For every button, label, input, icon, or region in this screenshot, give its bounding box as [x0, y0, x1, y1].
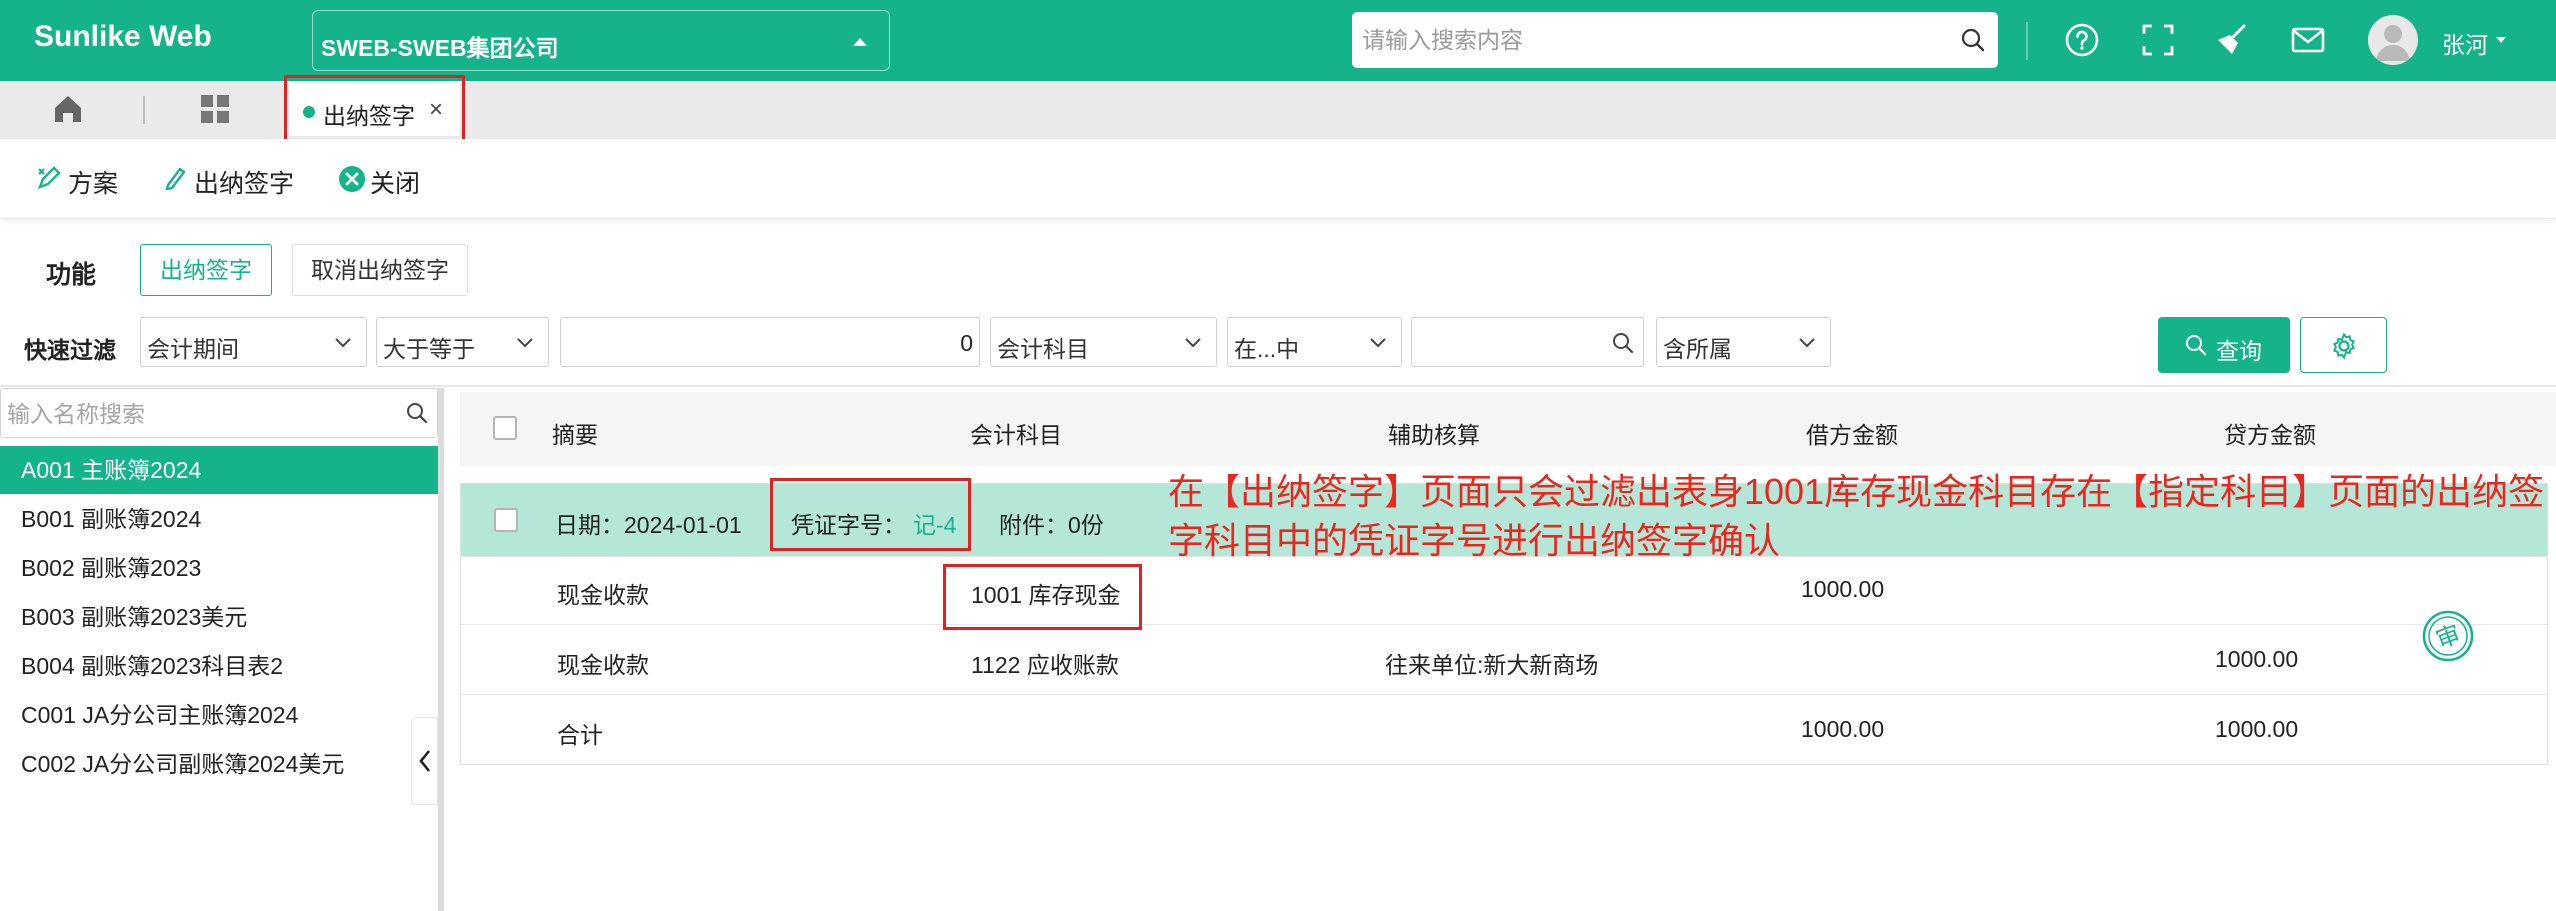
section-divider — [0, 385, 2556, 387]
settings-button[interactable] — [2300, 317, 2387, 373]
voucher-no-highlight — [770, 478, 971, 551]
broom-icon[interactable] — [2214, 22, 2250, 58]
user-icon — [2376, 25, 2410, 61]
header-divider — [2026, 22, 2028, 60]
fullscreen-icon[interactable] — [2140, 22, 2176, 58]
close-circle-icon — [339, 166, 365, 192]
avatar[interactable] — [2368, 15, 2418, 65]
entry-summary: 现金收款 — [557, 652, 649, 678]
search-icon — [2186, 335, 2207, 356]
pen-icon — [165, 167, 186, 191]
chevron-down-icon — [335, 338, 351, 348]
ledger-item[interactable]: C002 JA分公司副账簿2024美元 — [0, 740, 438, 788]
tab-divider — [143, 96, 145, 124]
filter-field-2-select[interactable]: 会计科目 — [990, 317, 1217, 367]
quick-filter-label: 快速过滤 — [24, 337, 116, 363]
entry-summary: 现金收款 — [557, 582, 649, 608]
filter-field-1-select[interactable]: 会计期间 — [140, 317, 367, 367]
voucher-date: 日期：2024-01-01 — [555, 512, 742, 538]
col-aux: 辅助核算 — [1388, 422, 1480, 448]
entry-aux: 往来单位:新大新商场 — [1385, 652, 1599, 678]
ledger-item[interactable]: C001 JA分公司主账簿2024 — [0, 691, 438, 739]
voucher-attachments: 附件：0份 — [999, 512, 1104, 538]
home-icon[interactable] — [52, 93, 84, 125]
search-icon[interactable] — [1611, 331, 1635, 355]
filter-operator-1-select[interactable]: 大于等于 — [376, 317, 549, 367]
chevron-down-icon — [1185, 338, 1201, 348]
gear-icon — [2333, 332, 2355, 360]
select-all-checkbox[interactable] — [493, 416, 517, 440]
grid-header: 摘要 会计科目 辅助核算 借方金额 贷方金额 — [460, 392, 2556, 466]
global-search[interactable] — [1352, 12, 1998, 68]
ledger-item[interactable]: B002 副账簿2023 — [0, 544, 438, 592]
chevron-down-icon — [517, 338, 533, 348]
top-header: Sunlike Web SWEB-SWEB集团公司 张河 — [0, 0, 2556, 81]
filter-value-1-input[interactable]: 0 — [560, 317, 980, 367]
tab-label: 出纳签字 — [323, 103, 415, 129]
collapse-panel-button[interactable] — [411, 717, 438, 805]
ledger-item[interactable]: B001 副账簿2024 — [0, 495, 438, 543]
filter-operator-2-select[interactable]: 在...中 — [1227, 317, 1402, 367]
row-divider — [461, 694, 2547, 695]
ledger-search[interactable] — [0, 388, 438, 438]
search-icon[interactable] — [405, 401, 429, 425]
col-debit: 借方金额 — [1806, 422, 1898, 448]
tab-cashier-sign[interactable]: 出纳签字 × — [284, 75, 465, 145]
sign-button[interactable]: 出纳签字 — [140, 244, 272, 296]
chevron-down-icon — [1799, 338, 1815, 348]
annotation-note: 在【出纳签字】页面只会过滤出表身1001库存现金科目存在【指定科目】页面的出纳签… — [1168, 471, 2545, 561]
apps-grid-icon[interactable] — [200, 94, 230, 124]
ledger-item[interactable]: B003 副账簿2023美元 — [0, 593, 438, 641]
row-divider — [461, 624, 2547, 625]
mail-icon[interactable] — [2290, 22, 2326, 58]
entry-account: 1122 应收账款 — [971, 652, 1119, 678]
user-name[interactable]: 张河 — [2442, 26, 2488, 60]
col-credit: 贷方金额 — [2224, 422, 2316, 448]
close-icon[interactable]: × — [429, 96, 443, 124]
svg-text:审: 审 — [2432, 620, 2464, 655]
caret-down-icon[interactable] — [2496, 37, 2506, 43]
global-search-input[interactable] — [1362, 20, 1922, 60]
ledger-search-input[interactable] — [7, 399, 387, 429]
audit-stamp-icon[interactable]: 审 — [2421, 609, 2475, 663]
chevron-down-icon — [1370, 338, 1386, 348]
row-checkbox[interactable] — [494, 508, 518, 532]
account-highlight — [943, 564, 1142, 630]
unsign-button[interactable]: 取消出纳签字 — [292, 244, 468, 296]
entry-debit: 1000.00 — [1801, 576, 1885, 602]
scheme-icon — [37, 166, 61, 190]
function-label: 功能 — [46, 261, 97, 289]
query-button[interactable]: 查询 — [2158, 317, 2290, 373]
ledger-item[interactable]: B004 副账簿2023科目表2 — [0, 642, 438, 690]
company-selector[interactable]: SWEB-SWEB集团公司 — [312, 10, 890, 71]
ledger-item[interactable]: A001 主账簿2024 — [0, 446, 438, 494]
filter-option-select[interactable]: 含所属 — [1656, 317, 1831, 367]
chevron-left-icon — [419, 750, 431, 772]
company-name: SWEB-SWEB集团公司 — [321, 35, 559, 61]
caret-up-icon — [853, 38, 867, 46]
filter-value-2-input[interactable] — [1411, 317, 1644, 367]
active-dot-icon — [303, 106, 315, 118]
total-debit: 1000.00 — [1801, 716, 1885, 742]
app-logo: Sunlike Web — [34, 20, 212, 53]
toolbar: 方案 出纳签字 关闭 — [0, 139, 2556, 219]
total-credit: 1000.00 — [2215, 716, 2299, 742]
panel-splitter[interactable] — [438, 388, 444, 911]
help-icon[interactable] — [2064, 22, 2100, 58]
total-label: 合计 — [557, 722, 603, 748]
col-summary: 摘要 — [552, 422, 598, 448]
search-icon[interactable] — [1960, 27, 1986, 53]
tab-bar: 出纳签字 × — [0, 75, 2556, 145]
entry-credit: 1000.00 — [2215, 646, 2299, 672]
col-account: 会计科目 — [970, 422, 1062, 448]
